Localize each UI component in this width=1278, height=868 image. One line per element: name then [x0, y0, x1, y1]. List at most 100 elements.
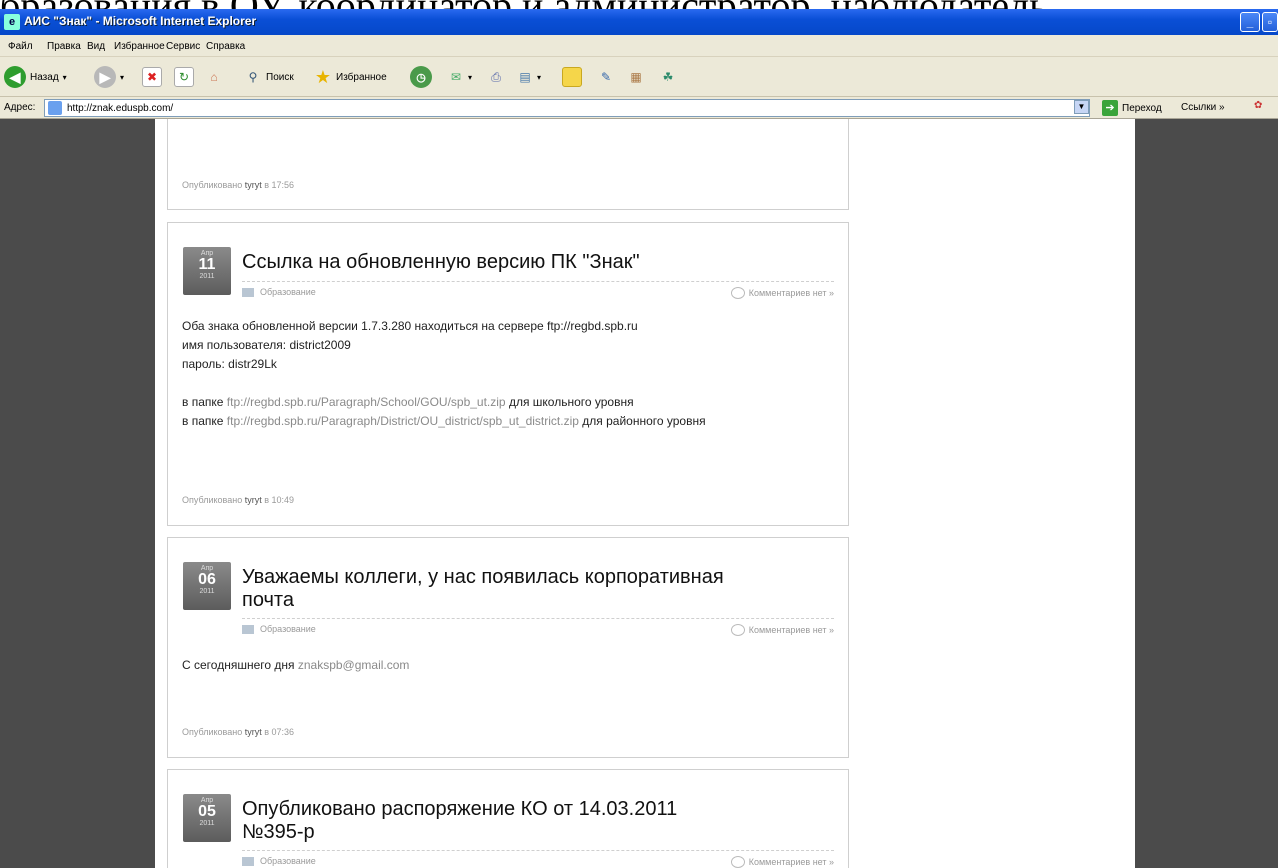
author-link[interactable]: tyryt [245, 495, 262, 505]
address-dropdown-button[interactable]: ▼ [1074, 100, 1089, 114]
post-title-link[interactable]: Опубликовано распоряжение КО от 14.03.20… [242, 798, 842, 844]
messenger-button[interactable]: ☘ [658, 65, 678, 89]
comment-icon [730, 287, 745, 299]
date-badge: Апр 11 2011 [183, 247, 231, 295]
page-viewport: Опубликовано tyryt в 17:56 Апр 11 2011 С… [0, 119, 1278, 868]
print-button[interactable]: ⎙ [486, 65, 506, 89]
research-button[interactable]: ✎ [596, 65, 616, 89]
blog-post: Апр 06 2011 Уважаемы коллеги, у нас появ… [167, 537, 849, 758]
footer-prefix: Опубликовано [182, 495, 243, 505]
home-button[interactable]: ⌂ [204, 65, 224, 89]
blog-page: Опубликовано tyryt в 17:56 Апр 11 2011 С… [155, 119, 1135, 868]
address-bar: Адрес: http://znak.eduspb.com/ ▼ ➔ Перех… [0, 97, 1278, 119]
go-arrow-icon: ➔ [1102, 100, 1118, 116]
addon-icon[interactable]: ✿ [1254, 100, 1262, 111]
post-category[interactable]: Образование [242, 624, 316, 634]
date-year: 2011 [199, 588, 215, 595]
discuss-button[interactable] [562, 65, 582, 89]
media-icon: ▦ [630, 70, 642, 84]
title-line: почта [242, 589, 294, 611]
ftp-link[interactable]: ftp://regbd.spb.ru/Paragraph/District/OU… [227, 414, 579, 428]
print-icon: ⎙ [491, 69, 501, 84]
address-input[interactable]: http://znak.eduspb.com/ [44, 99, 1090, 117]
footer-prefix: Опубликовано [182, 727, 243, 737]
folder-icon [242, 624, 254, 634]
menu-tools[interactable]: Сервис [166, 41, 200, 52]
home-icon: ⌂ [210, 70, 218, 84]
footer-time: в 10:49 [264, 495, 295, 505]
footer-prefix: Опубликовано [182, 180, 243, 190]
post-title-link[interactable]: Ссылка на обновленную версию ПК "Знак" [242, 251, 842, 274]
title-line: №395-р [242, 821, 315, 843]
refresh-button[interactable]: ↻ [174, 65, 194, 89]
minimize-button[interactable]: _ [1240, 12, 1260, 32]
body-line: Оба знака обновленной версии 1.7.3.280 н… [182, 319, 638, 333]
post-comments-link[interactable]: Комментариев нет » [730, 624, 834, 636]
media-button[interactable]: ▦ [626, 65, 646, 89]
body-line: пароль: distr29Lk [182, 357, 277, 371]
post-footer: Опубликовано tyryt в 07:36 [182, 727, 294, 737]
history-button[interactable]: ◷ [410, 65, 432, 89]
menu-view[interactable]: Вид [87, 41, 105, 52]
links-button[interactable]: Ссылки » [1181, 102, 1225, 113]
date-badge: Апр 06 2011 [183, 562, 231, 610]
edit-icon: ▤ [519, 70, 531, 84]
divider [242, 281, 834, 282]
forward-button[interactable]: ▶ ▾ [94, 65, 124, 89]
date-badge: Апр 05 2011 [183, 794, 231, 842]
date-year: 2011 [199, 820, 215, 827]
page-icon [48, 101, 62, 115]
email-link[interactable]: znakspb@gmail.com [298, 658, 410, 672]
author-link[interactable]: tyryt [245, 727, 262, 737]
body-line: С сегодняшнего дня znakspb@gmail.com [182, 656, 409, 675]
post-comments-link[interactable]: Комментариев нет » [730, 856, 834, 868]
favorites-button[interactable]: ★ Избранное [313, 65, 387, 89]
maximize-button[interactable]: ▫ [1262, 12, 1278, 32]
chevron-down-icon: ▾ [537, 72, 542, 82]
post-body: Оба знака обновленной версии 1.7.3.280 н… [182, 317, 706, 431]
browser-window: e АИС "Знак" - Microsoft Internet Explor… [0, 9, 1278, 868]
note-icon [562, 67, 582, 87]
divider [242, 618, 834, 619]
blog-post: Опубликовано tyryt в 17:56 [167, 119, 849, 210]
post-category[interactable]: Образование [242, 856, 316, 866]
menu-file[interactable]: Файл [8, 41, 33, 52]
screen: бразования в ОУ, координатор и администр… [0, 0, 1278, 868]
title-bar[interactable]: e АИС "Знак" - Microsoft Internet Explor… [0, 9, 1278, 35]
ftp-link[interactable]: ftp://regbd.spb.ru/Paragraph/School/GOU/… [227, 395, 506, 409]
edit-button[interactable]: ▤ ▾ [515, 65, 541, 89]
stop-button[interactable]: ✖ [142, 65, 162, 89]
search-button[interactable]: ⚲ Поиск [243, 65, 294, 89]
mail-button[interactable]: ✉ ▾ [446, 65, 472, 89]
post-title-link[interactable]: Уважаемы коллеги, у нас появилась корпор… [242, 566, 842, 612]
menu-help[interactable]: Справка [206, 41, 245, 52]
body-line: в папке ftp://regbd.spb.ru/Paragraph/Sch… [182, 393, 706, 412]
footer-time: в 17:56 [264, 180, 295, 190]
history-icon: ◷ [410, 66, 432, 88]
research-icon: ✎ [600, 70, 612, 84]
author-link[interactable]: tyryt [245, 180, 262, 190]
address-label: Адрес: [4, 102, 36, 113]
chevron-down-icon: ▾ [468, 72, 473, 82]
menu-edit[interactable]: Правка [47, 41, 81, 52]
text: для районного уровня [578, 414, 706, 428]
search-label: Поиск [266, 71, 294, 83]
footer-time: в 07:36 [264, 727, 295, 737]
category-label: Образование [260, 624, 316, 634]
stop-icon: ✖ [142, 67, 162, 87]
menu-favorites[interactable]: Избранное [114, 41, 165, 52]
divider [242, 850, 834, 851]
toolbar: ◀ Назад ▾ ▶ ▾ ✖ ↻ ⌂ ⚲ Поиск ★ Избранное … [0, 57, 1278, 97]
text: в папке [182, 414, 227, 428]
star-icon: ★ [314, 66, 332, 87]
post-body: С сегодняшнего дня znakspb@gmail.com [182, 656, 409, 675]
category-label: Образование [260, 287, 316, 297]
post-comments-link[interactable]: Комментариев нет » [730, 287, 834, 299]
folder-icon [242, 856, 254, 866]
go-button[interactable]: ➔ Переход [1102, 100, 1162, 116]
back-button[interactable]: ◀ Назад ▾ [4, 65, 67, 89]
post-category[interactable]: Образование [242, 287, 316, 297]
comments-label: Комментариев нет » [748, 288, 834, 298]
links-label: Ссылки [1181, 102, 1217, 113]
comment-icon [730, 856, 745, 868]
